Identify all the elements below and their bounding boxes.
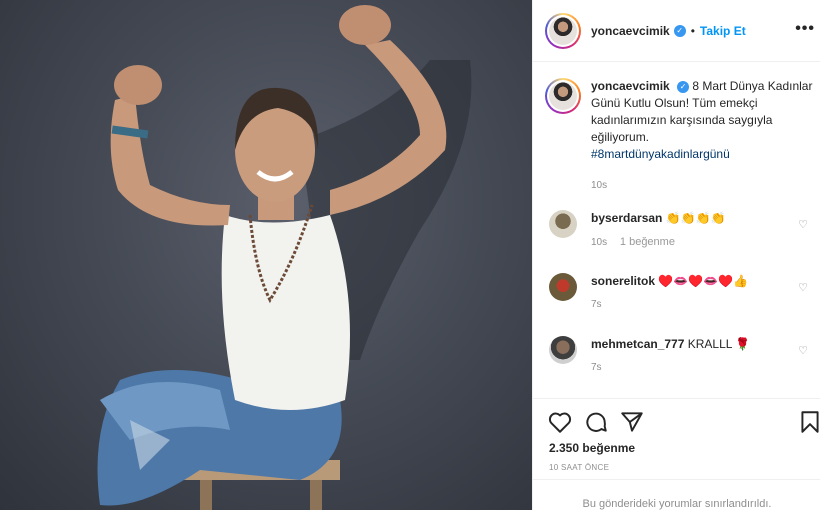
comment-username[interactable]: mehmetcan_777 — [591, 337, 684, 351]
comment-avatar[interactable] — [549, 273, 577, 301]
author-avatar[interactable] — [545, 12, 581, 49]
verified-badge-icon: ✓ — [673, 24, 686, 37]
comment-like-heart-icon[interactable]: ♡ — [798, 218, 808, 231]
comment-like-heart-icon[interactable]: ♡ — [798, 344, 808, 357]
post-photo[interactable] — [0, 0, 532, 510]
post-timestamp: 10 SAAT ÖNCE — [549, 463, 610, 472]
comment-time: 10s — [591, 237, 608, 248]
post-header: yoncaevcimik ✓ • Takip Et ••• — [533, 0, 820, 62]
comment-like-heart-icon[interactable]: ♡ — [798, 281, 808, 294]
comment-text: ♥️👄♥️👄♥️👍 — [658, 274, 749, 288]
post-actions: 2.350 beğenme 10 SAAT ÖNCE Bu gönderidek… — [533, 398, 820, 510]
comment-item: mehmetcan_777 KRALLL 🌹 7s — [549, 336, 819, 376]
verified-badge-icon: ✓ — [677, 80, 690, 93]
caption-avatar[interactable] — [545, 78, 581, 114]
caption-time: 10s — [591, 180, 608, 191]
caption-username[interactable]: yoncaevcimik — [591, 79, 670, 93]
comment-username[interactable]: byserdarsan — [591, 211, 662, 225]
caption-hashtag[interactable]: #8martdünyakadinlargünü — [591, 146, 813, 163]
comment-item: sonerelitok ♥️👄♥️👄♥️👍 7s — [549, 273, 819, 313]
comment-avatar[interactable] — [549, 336, 577, 364]
comments-restricted-notice: Bu gönderideki yorumlar sınırlandırıldı. — [533, 479, 820, 510]
comment-bubble-icon[interactable] — [583, 409, 609, 435]
save-bookmark-icon[interactable] — [799, 409, 820, 435]
comment-likes[interactable]: 1 beğenme — [620, 236, 675, 248]
comment-text: KRALLL 🌹 — [687, 337, 751, 351]
comment-item: byserdarsan 👏👏👏👏 10s 1 beğenme — [549, 210, 819, 251]
likes-count[interactable]: 2.350 beğenme — [549, 441, 635, 455]
post-caption: yoncaevcimik ✓ 8 Mart Dünya Kadınlar Gün… — [545, 78, 815, 194]
comment-username[interactable]: sonerelitok — [591, 274, 655, 288]
like-heart-icon[interactable] — [547, 409, 573, 435]
post-panel: yoncaevcimik ✓ • Takip Et ••• yoncaevcim… — [532, 0, 820, 510]
author-username[interactable]: yoncaevcimik — [591, 24, 670, 38]
comment-time: 7s — [591, 299, 602, 310]
comment-avatar[interactable] — [549, 210, 577, 238]
share-paper-plane-icon[interactable] — [619, 409, 645, 435]
woman-flexing-photo — [97, 5, 472, 510]
comment-text: 👏👏👏👏 — [665, 211, 726, 225]
separator-dot: • — [690, 23, 695, 38]
follow-button[interactable]: Takip Et — [700, 24, 746, 38]
more-options-icon[interactable]: ••• — [795, 20, 815, 38]
comment-time: 7s — [591, 362, 602, 373]
